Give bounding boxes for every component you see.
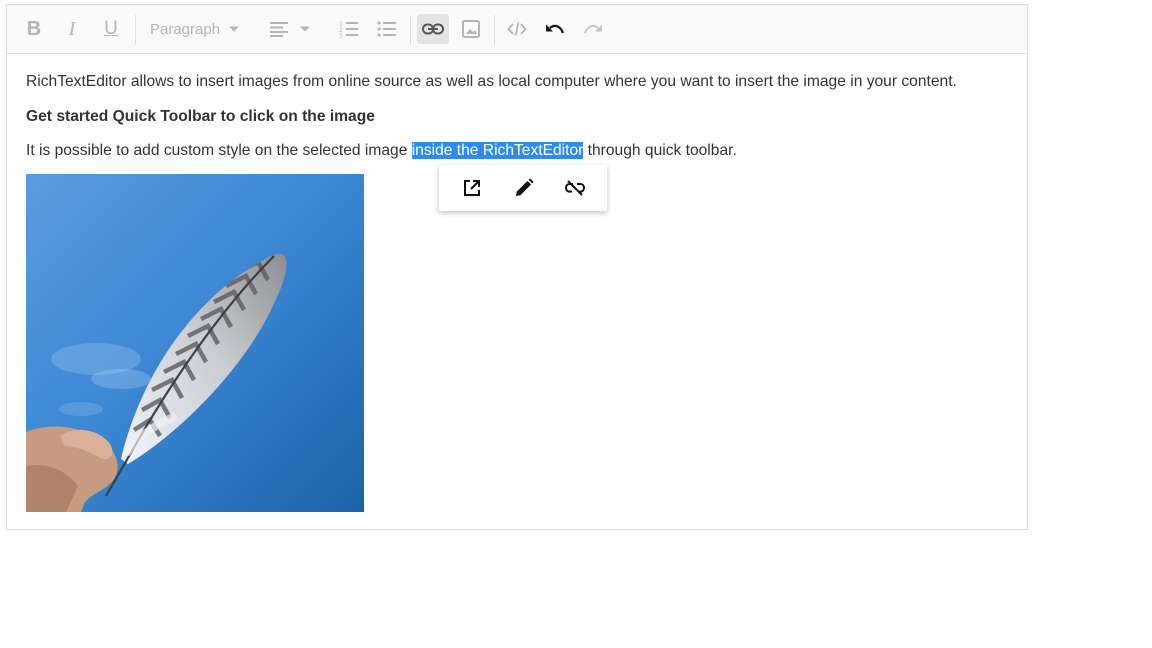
source-code-button[interactable] [502, 14, 532, 44]
toolbar-separator [494, 15, 495, 45]
unordered-list-icon [377, 21, 396, 37]
italic-button[interactable]: I [57, 14, 87, 44]
paragraph-intro: RichTextEditor allows to insert images f… [26, 73, 957, 90]
selected-link-text[interactable]: inside the RichTextEditor [411, 142, 584, 159]
remove-link-button[interactable] [563, 176, 587, 200]
bold-icon: B [26, 17, 42, 40]
image-icon [462, 20, 480, 38]
remove-link-icon [564, 180, 586, 196]
rich-text-editor: B I U Paragraph 1 2 3 RichTextEditor all… [6, 4, 1028, 530]
editor-toolbar: B I U Paragraph 1 2 3 [7, 5, 1027, 54]
ordered-list-icon: 1 2 3 [339, 21, 358, 38]
undo-icon [546, 24, 565, 34]
format-dropdown[interactable]: Paragraph [150, 14, 240, 44]
redo-icon [584, 24, 602, 34]
toolbar-separator [410, 15, 411, 45]
content-heading: Get started Quick Toolbar to click on th… [26, 108, 375, 125]
toolbar-separator [135, 15, 136, 45]
svg-text:3: 3 [339, 33, 343, 38]
underline-icon: U [104, 18, 118, 39]
feather-image[interactable] [26, 174, 364, 512]
redo-button[interactable] [578, 14, 608, 44]
unordered-list-button[interactable] [372, 14, 402, 44]
italic-icon: I [68, 17, 76, 40]
chevron-down-icon [300, 26, 310, 32]
insert-link-button[interactable] [417, 14, 449, 44]
paragraph-custom-style: It is possible to add custom style on th… [26, 142, 737, 160]
source-code-icon [507, 22, 527, 36]
insert-image-button[interactable] [456, 14, 486, 44]
align-left-icon [270, 22, 288, 37]
edit-link-button[interactable] [512, 176, 536, 200]
open-link-icon [464, 180, 480, 196]
alignment-dropdown[interactable] [269, 14, 321, 44]
link-icon [422, 23, 444, 35]
link-quick-toolbar [439, 165, 607, 211]
bold-button[interactable]: B [19, 14, 49, 44]
paragraph-text: It is possible to add custom style on th… [26, 142, 412, 159]
undo-button[interactable] [540, 14, 570, 44]
ordered-list-button[interactable]: 1 2 3 [334, 14, 364, 44]
edit-link-icon [516, 178, 534, 196]
format-dropdown-label: Paragraph [150, 20, 221, 38]
underline-button[interactable]: U [96, 14, 126, 44]
paragraph-text: through quick toolbar. [583, 142, 737, 159]
chevron-down-icon [229, 26, 240, 32]
open-link-button[interactable] [460, 176, 484, 200]
